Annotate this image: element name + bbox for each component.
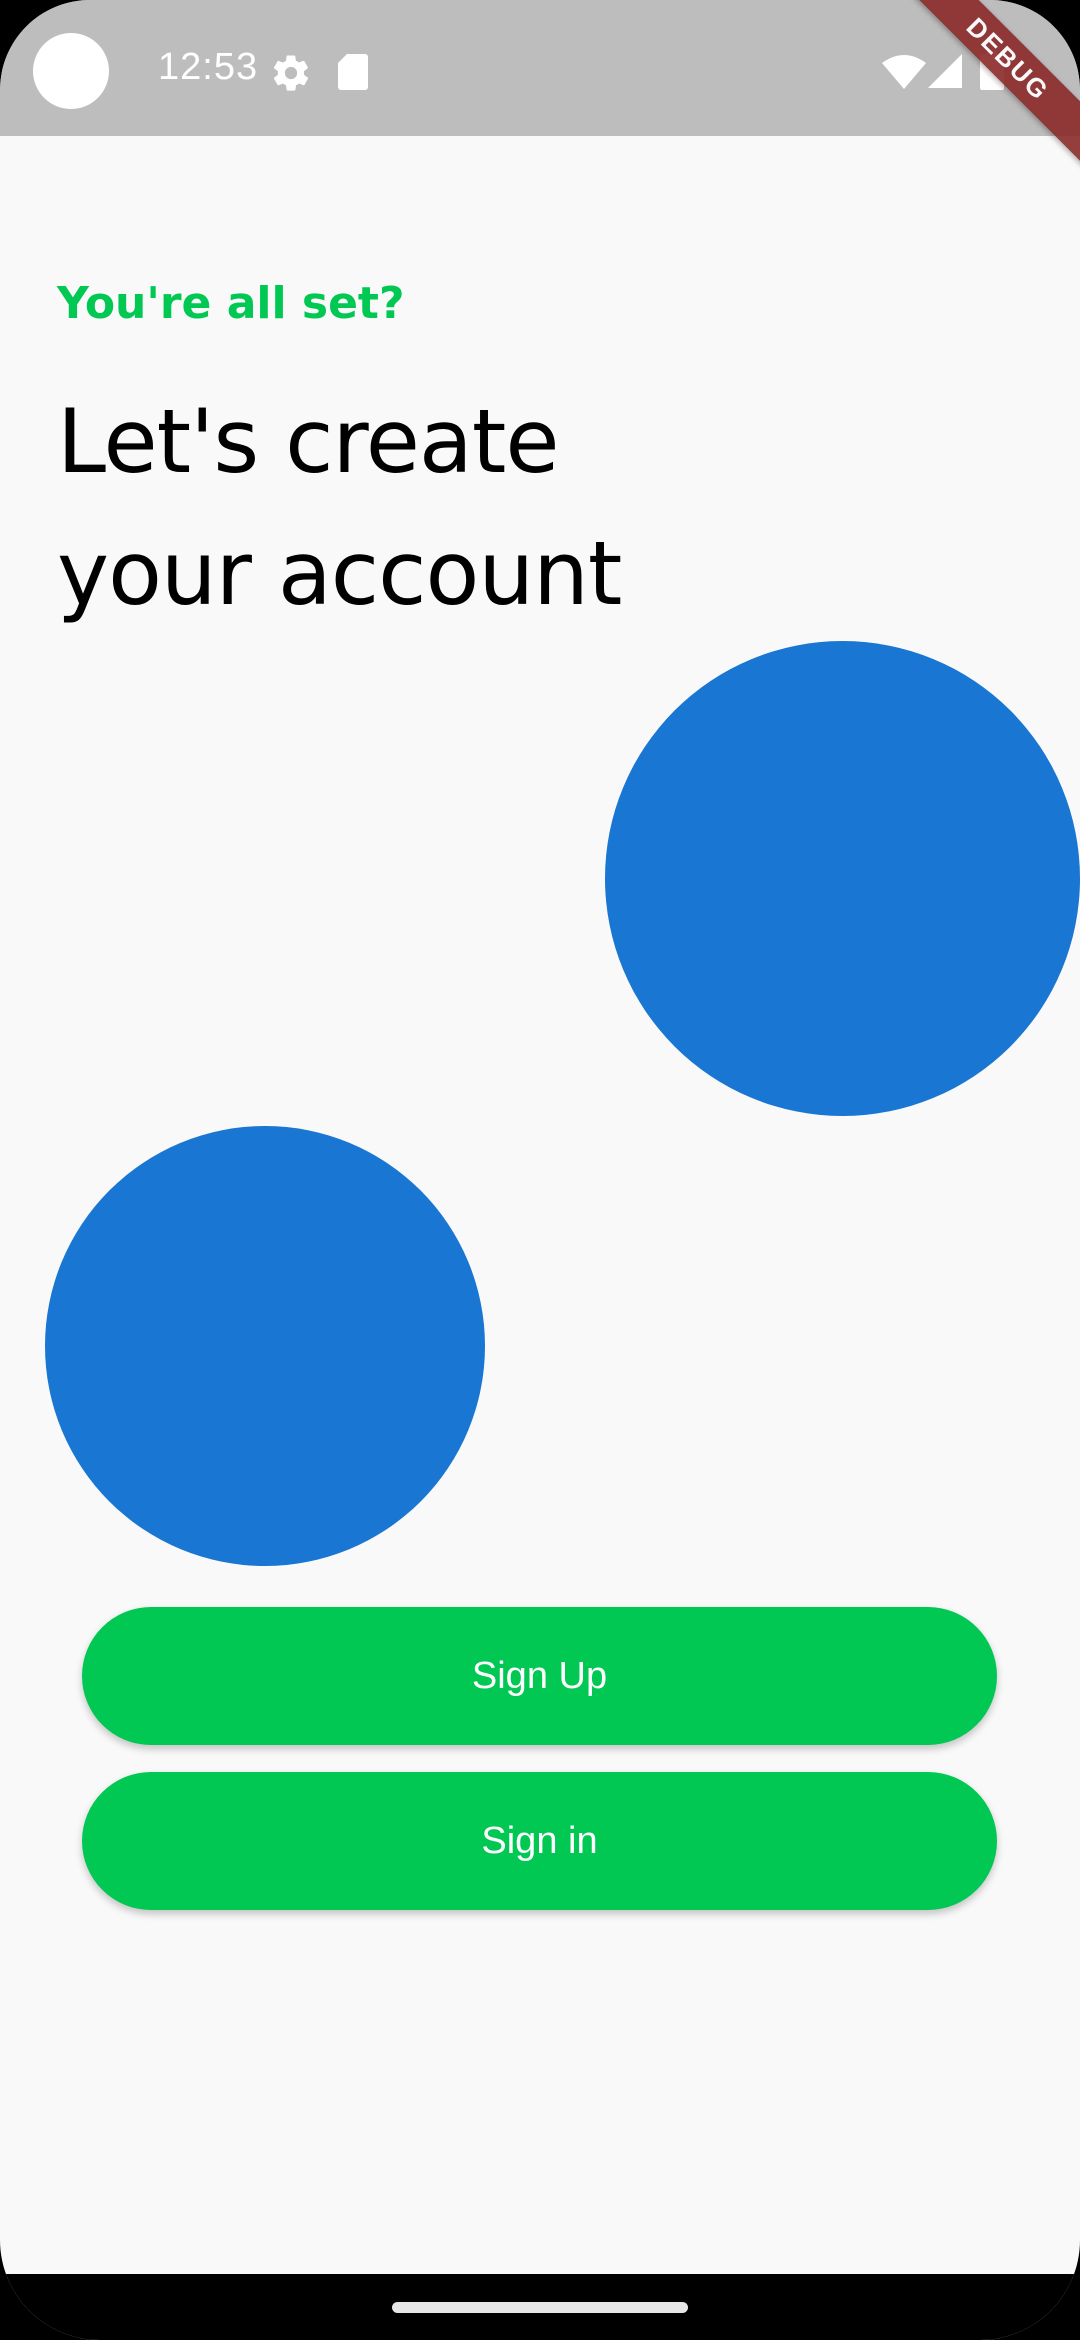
status-bar: 12:53 DEBUG	[0, 0, 1080, 180]
sd-card-icon	[338, 54, 368, 90]
sign-in-button[interactable]: Sign in	[82, 1772, 997, 1910]
decorative-circle-bottom-left	[45, 1126, 485, 1566]
sign-up-button[interactable]: Sign Up	[82, 1607, 997, 1745]
app-screen: 12:53 DEBUG You're all set? Let's create…	[0, 0, 1080, 2340]
page-title: Let's create your account	[57, 376, 957, 640]
wifi-icon	[882, 55, 926, 89]
status-time: 12:53	[158, 46, 259, 88]
camera-cutout	[33, 33, 109, 109]
home-indicator[interactable]	[392, 2302, 688, 2313]
subtitle: You're all set?	[57, 278, 405, 329]
gear-icon	[273, 55, 309, 91]
signal-icon	[928, 54, 962, 88]
headline-line-1: Let's create	[57, 390, 559, 493]
headline-line-2: your account	[57, 522, 622, 625]
navigation-bar	[0, 2274, 1080, 2340]
decorative-circle-top-right	[605, 641, 1080, 1116]
